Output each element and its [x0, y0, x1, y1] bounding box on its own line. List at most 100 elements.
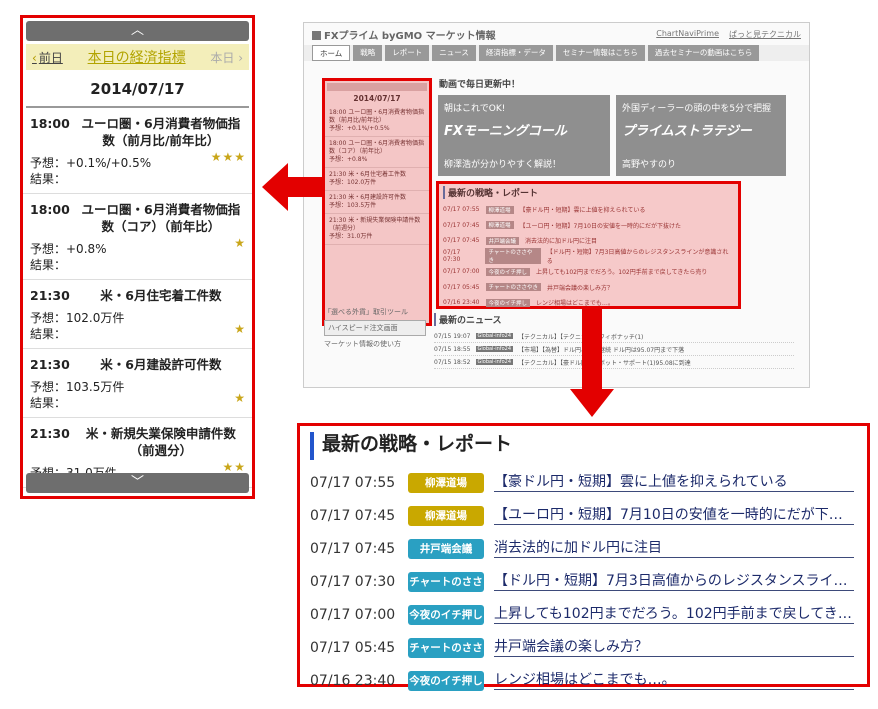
strategy-time: 07/17 07:30	[310, 573, 396, 590]
thumb-row-link[interactable]: レンジ相場はどこまでも…。	[536, 298, 614, 307]
event-result: 結果：	[30, 258, 67, 272]
strategy-category-badge: チャートのささやき	[408, 571, 484, 608]
thumb-event-time: 21:30	[329, 194, 347, 201]
thumb-row-time: 07/16 23:40	[443, 299, 480, 307]
thumb-nav-item[interactable]: セミナー情報はこちら	[555, 45, 645, 61]
thumb-news-row: 07/15 18:55 Global-info24 【市場】【為替】ドル円、売り継続…	[434, 343, 794, 356]
thumb-strategy-row: 07/17 07:00 今夜のイチ押し 上昇しても102円までだろう。102円手前ま…	[443, 264, 734, 280]
morning-call-ad[interactable]: 朝はこれでOK! FXモーニングコール 柳澤浩が分かりやすく解説！	[438, 95, 610, 176]
arrow-down-icon	[570, 309, 614, 417]
thumb-scroll-up	[327, 83, 427, 91]
thumb-nav: ホーム 戦略 レポート ニュース 経済指標・データ セミナー情報はこちら 過去セミナーの動画…	[304, 45, 809, 61]
news-time: 07/15 19:07	[434, 332, 471, 340]
thumb-nav-item[interactable]: 経済指標・データ	[478, 45, 553, 61]
thumb-nav-item[interactable]: 戦略	[353, 45, 383, 61]
thumb-event-forecast: 予想：102.0万件	[329, 179, 377, 186]
event-heading: 18:00 ユーロ圏・6月消費者物価指数（コア）（前年比）	[30, 201, 246, 235]
event-name: ユーロ圏・6月消費者物価指数（コア）（前年比）	[81, 202, 241, 234]
thumb-row-link[interactable]: 【ドル円・短期】7月3日高値からのレジスタンスラインが意識される	[547, 247, 734, 265]
strategy-row: 07/16 23:40 今夜のイチ押し レンジ相場はどこまでも…。	[310, 664, 855, 697]
thumb-strategy-row: 07/17 07:55 柳澤道場 【豪ドル円・短期】雲に上値を抑えられている	[443, 202, 734, 218]
thumb-row-link[interactable]: 上昇しても102円までだろう。102円手前まで戻してきたら売り	[536, 267, 707, 276]
event-result: 結果：	[30, 396, 67, 410]
next-day-link[interactable]: 本日 ›	[210, 49, 243, 66]
event-time: 18:00	[30, 116, 70, 131]
strategy-article-link[interactable]: 【豪ドル円・短期】雲に上値を抑えられている	[494, 473, 854, 492]
event-name: ユーロ圏・6月消費者物価指数（前月比/前年比）	[81, 116, 241, 148]
strategy-category-badge: 今夜のイチ押し	[408, 670, 484, 691]
arrow-left-icon	[262, 163, 322, 211]
thumb-nav-item[interactable]: ニュース	[432, 45, 476, 61]
event-heading: 21:30 米・6月住宅着工件数	[30, 287, 246, 304]
ad1-title: FXモーニングコール	[444, 124, 567, 139]
thumb-strategy-row: 07/17 07:30 チャートのささやき 【ドル円・短期】7月3日高値からのレジス…	[443, 247, 734, 265]
thumb-row-link[interactable]: 井戸端会議の楽しみ方？	[547, 283, 613, 292]
prev-day-label: 前日	[38, 50, 63, 65]
market-info-howto-link[interactable]: マーケット情報の使い方	[324, 339, 426, 349]
thumb-row-link[interactable]: 【豪ドル円・短期】雲に上値を抑えられている	[520, 205, 646, 214]
strategy-time: 07/17 05:45	[310, 639, 396, 656]
news-source: Global-info24	[475, 346, 513, 352]
chevron-down-icon: ﹀	[130, 475, 144, 490]
calendar-event: 21:30 米・6月住宅着工件数 予想：102.0万件 ★ 結果：	[23, 280, 252, 349]
next-day-label: 本日	[210, 50, 235, 65]
strategy-time: 07/17 07:00	[310, 606, 396, 623]
strategy-article-link[interactable]: 井戸端会議の楽しみ方？	[494, 638, 854, 657]
thumb-row-time: 07/17 05:45	[443, 283, 480, 291]
strategy-list: 07/17 07:55 柳澤道場 【豪ドル円・短期】雲に上値を抑えられている 07/1…	[310, 466, 855, 697]
event-name: 米・6月住宅着工件数	[100, 288, 222, 303]
thumb-news-row: 07/15 18:52 Global-info24 【テクニカル】【豪ドル円】ピボッ…	[434, 356, 794, 369]
tool-caption: 「選べる外貨」取引ツール	[324, 308, 408, 316]
thumb-row-link[interactable]: 【ユーロ円・短期】7月10日の安値を一時的にだが下抜けた	[520, 221, 681, 230]
thumb-event: 21:30 米・6月住宅着工件数 予想：102.0万件	[325, 168, 429, 191]
event-time: 21:30	[30, 357, 70, 372]
event-result: 結果：	[30, 327, 67, 341]
high-speed-order-button[interactable]: ハイスピード注文画面	[324, 320, 426, 336]
technical-link[interactable]: ぱっと見テクニカル	[729, 29, 801, 40]
event-time: 21:30	[30, 288, 70, 303]
strategy-category-badge: チャートのささやき	[408, 637, 484, 674]
thumb-row-time: 07/17 07:55	[443, 206, 480, 214]
scroll-up-button[interactable]: ︿	[26, 21, 249, 41]
thumb-row-tag: チャートのささやき	[485, 248, 541, 265]
event-list: 18:00 ユーロ圏・6月消費者物価指数（前月比/前年比） 予想：+0.1%/+0.…	[23, 108, 252, 488]
prev-day-link[interactable]: ‹ 前日	[32, 49, 63, 66]
strategy-article-link[interactable]: 【ドル円・短期】7月3日高値からのレジスタンスラインが意識される	[494, 572, 854, 591]
thumb-nav-item[interactable]: レポート	[385, 45, 430, 61]
chartnavi-link[interactable]: ChartNaviPrime	[656, 29, 719, 40]
thumb-news: 最新のニュース 07/15 19:07 Global-info24 【テクニカル】【…	[434, 313, 794, 369]
thumb-nav-item[interactable]: 過去セミナーの動画はこちら	[647, 45, 760, 61]
strategy-category-badge: 今夜のイチ押し	[408, 604, 484, 625]
thumb-header: FXプライム byGMO マーケット情報 ChartNaviPrime ぱっと見…	[304, 23, 809, 45]
thumb-nav-item[interactable]: ホーム	[312, 45, 351, 61]
prime-strategy-ad[interactable]: 外国ディーラーの頭の中を5分で把握 プライムストラテジー 高野やすのり	[616, 95, 786, 176]
strategy-article-link[interactable]: 【ユーロ円・短期】7月10日の安値を一時的にだが下抜けた	[494, 506, 854, 525]
thumb-calendar-date: 2014/07/17	[353, 94, 401, 103]
thumb-row-tag: 井戸端会議	[485, 236, 520, 245]
ad2-caption: 高野やすのり	[622, 160, 677, 170]
strategy-time: 07/16 23:40	[310, 672, 396, 689]
thumb-logo: FXプライム byGMO マーケット情報	[312, 27, 496, 42]
strategy-article-link[interactable]: 消去法的に加ドル円に注目	[494, 539, 854, 558]
strategy-article-link[interactable]: レンジ相場はどこまでも…。	[494, 671, 854, 690]
strategy-row: 07/17 07:00 今夜のイチ押し 上昇しても102円までだろう。102円手前ま…	[310, 598, 855, 631]
strategy-row: 07/17 05:45 チャートのささやき 井戸端会議の楽しみ方？	[310, 631, 855, 674]
strategy-article-link[interactable]: 上昇しても102円までだろう。102円手前まで戻してきたら売り	[494, 605, 854, 624]
strategy-time: 07/17 07:55	[310, 474, 396, 491]
thumb-news-title: 最新のニュース	[434, 313, 794, 326]
ad2-title: プライムストラテジー	[622, 124, 752, 139]
importance-stars-icon: ★★★	[210, 150, 246, 164]
calendar-title[interactable]: 本日の経済指標	[88, 47, 186, 67]
thumb-row-link[interactable]: 消去法的に加ドル円に注目	[525, 236, 597, 245]
thumb-row-tag: 柳澤道場	[485, 205, 514, 214]
thumb-strategy-list: 07/17 07:55 柳澤道場 【豪ドル円・短期】雲に上値を抑えられている 07/1…	[443, 202, 734, 311]
strategy-row: 07/17 07:30 チャートのささやき 【ドル円・短期】7月3日高値からのレジス…	[310, 565, 855, 608]
thumb-row-tag: 今夜のイチ押し	[485, 298, 531, 307]
strategy-category-badge: 井戸端会議	[408, 538, 484, 559]
scroll-down-button[interactable]: ﹀	[26, 473, 249, 493]
event-name: 米・新規失業保険申請件数（前週分）	[85, 426, 236, 458]
strategy-row: 07/17 07:45 柳澤道場 【ユーロ円・短期】7月10日の安値を一時的にだが下…	[310, 499, 855, 532]
thumb-event: 21:30 米・新規失業保険申請件数（前週分） 予想：31.0万件	[325, 214, 429, 245]
event-result: 結果：	[30, 172, 67, 186]
thumb-strategy-title: 最新の戦略・レポート	[443, 186, 734, 199]
